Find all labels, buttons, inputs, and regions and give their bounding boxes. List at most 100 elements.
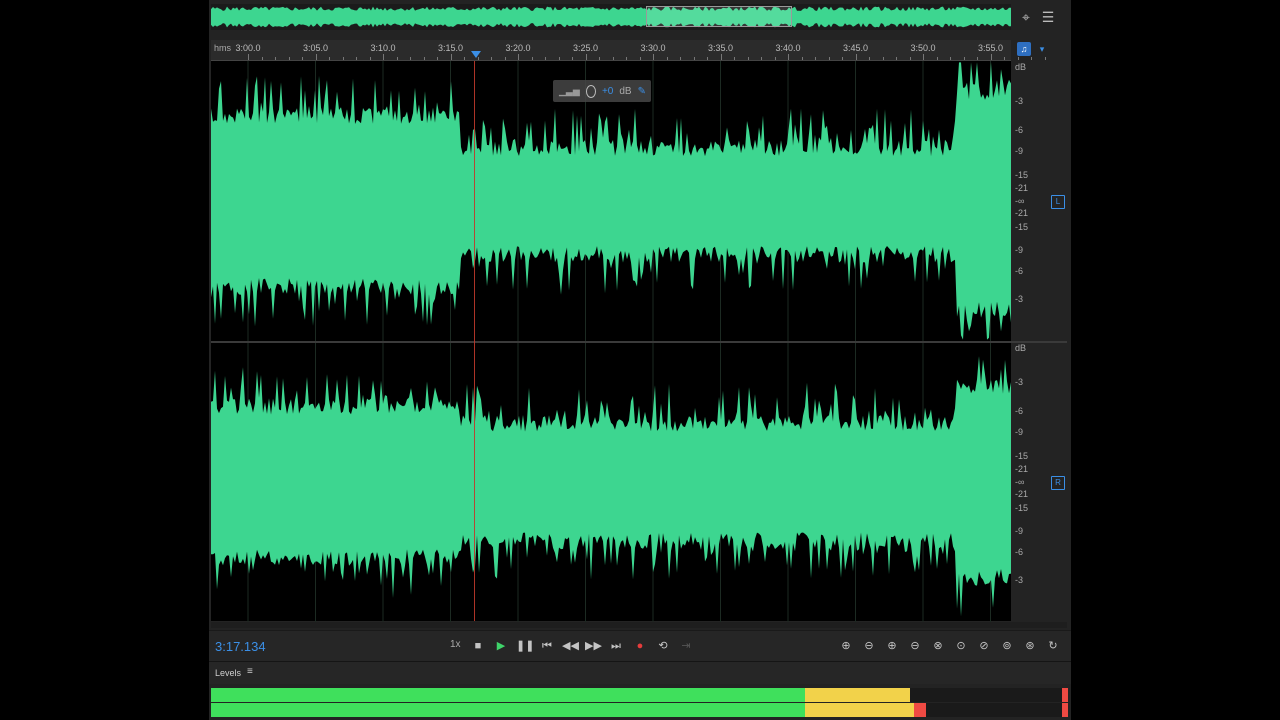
playback-rate[interactable]: 1x (450, 639, 461, 650)
zoom-in-selection-icon[interactable]: ⊙ (952, 638, 970, 654)
amplitude-hud[interactable]: ▁▃▅ +0 dB ✎ (553, 80, 651, 102)
ruler-tick-mark (410, 57, 411, 60)
panel-menu-icon[interactable]: ☰ (1039, 8, 1057, 26)
ruler-tick-mark (477, 57, 479, 60)
skip-to-end-icon[interactable]: ⏭ (608, 638, 624, 654)
zoom-selection-icon[interactable]: ⊛ (1021, 638, 1039, 654)
ruler-tick-mark (302, 57, 303, 60)
db-scale-label: -9 (1015, 427, 1024, 437)
ruler-tick-label: 3:50.0 (910, 43, 936, 53)
ruler-tick-mark (977, 57, 978, 60)
ruler-tick-mark (788, 54, 789, 60)
ruler-tick-mark (383, 54, 384, 60)
zoom-left-edge-icon[interactable]: ⊘ (975, 638, 993, 654)
left-channel-waveform (211, 61, 1011, 341)
ruler-tick-mark (828, 57, 830, 60)
right-channel-waveform (211, 342, 1011, 622)
level-meter-right (211, 703, 1068, 717)
meter-green-segment (211, 703, 805, 717)
ruler-tick-label: 3:25.0 (572, 43, 599, 53)
volume-knob[interactable] (585, 84, 596, 98)
ruler-tick-mark (585, 54, 587, 60)
record-icon[interactable]: ● (632, 638, 648, 654)
skip-selection-icon[interactable]: ⇥ (678, 638, 694, 654)
zoom-out-amplitude-icon[interactable]: ⊖ (860, 638, 878, 654)
channel-label-right[interactable]: R (1051, 476, 1065, 490)
zoom-reset-icon[interactable]: ↻ (1044, 638, 1062, 654)
ruler-tick-mark (545, 57, 546, 60)
meter-red-segment (913, 703, 926, 717)
ruler-tick-mark (855, 54, 857, 60)
marker-icon[interactable]: ▾ (1035, 42, 1049, 56)
play-icon[interactable]: ▶ (493, 638, 509, 654)
db-scale-label: -6 (1015, 266, 1024, 276)
ruler-tick-mark (450, 54, 452, 60)
db-scale-label: dB (1015, 62, 1027, 72)
ruler-tick-label: 3:05.0 (302, 43, 329, 53)
channel-left[interactable] (211, 61, 1011, 341)
ruler-tick-mark (842, 57, 843, 60)
overview-waveform (211, 6, 1011, 28)
ruler-tick-mark (261, 57, 263, 60)
ruler-tick-mark (1044, 57, 1046, 60)
zoom-out-time-icon[interactable]: ⊖ (906, 638, 924, 654)
zoom-navigator-icon[interactable]: ⌖ (1017, 8, 1035, 26)
pin-icon[interactable]: ✎ (638, 86, 646, 97)
zoom-right-edge-icon[interactable]: ⊚ (998, 638, 1016, 654)
ruler-tick-mark (423, 57, 425, 60)
ruler-tick-label: 3:45.0 (842, 43, 869, 53)
level-meter-left (211, 688, 1068, 702)
ruler-tick-mark (599, 57, 600, 60)
transport-bar: 3:17.134 1x ■ ▶ ❚❚ ⏮ ◀◀ ▶▶ ⏭ ● ⟲ ⇥ ⊕ ⊖ ⊕… (209, 630, 1071, 661)
pause-icon[interactable]: ❚❚ (516, 638, 534, 654)
ruler-tick-mark (572, 57, 573, 60)
clip-indicator (1062, 688, 1068, 702)
overview-viewport-window[interactable] (646, 6, 792, 27)
ruler-tick-mark (275, 57, 276, 60)
stop-icon[interactable]: ■ (470, 638, 486, 654)
hud-value: +0 (601, 85, 614, 97)
db-scale-label: -6 (1015, 547, 1024, 557)
ruler-tick-mark (531, 57, 533, 60)
db-scale-label: -21 (1015, 183, 1029, 193)
db-scale-right: dB -3 -6 -9 -15 -21 -∞ -21 -15 -9 -6 -3 (1015, 342, 1055, 622)
level-bars-icon: ▁▃▅ (559, 85, 580, 96)
playhead-handle[interactable] (471, 51, 481, 58)
ruler-tick-mark (815, 57, 816, 60)
ruler-tick-mark (437, 57, 438, 60)
levels-menu-icon[interactable]: ≡ (247, 666, 253, 677)
ruler-tick-mark (504, 57, 506, 60)
zoom-in-amplitude-icon[interactable]: ⊕ (837, 638, 855, 654)
ruler-tick-mark (747, 57, 749, 60)
zoom-in-time-icon[interactable]: ⊕ (883, 638, 901, 654)
ruler-tick-mark (288, 57, 290, 60)
rewind-icon[interactable]: ◀◀ (562, 638, 579, 654)
db-scale-label: -15 (1015, 503, 1029, 513)
db-scale-label: -15 (1015, 451, 1029, 461)
ruler-tick-mark (1004, 57, 1005, 60)
time-ruler[interactable]: hms 3:00.0 3:05.0 3:10.0 3:15.0 3:20.0 3:25.0… (211, 40, 1046, 61)
db-scale-left: dB -3 -6 -9 -15 -21 -∞ -21 -15 -9 -6 -3 (1015, 61, 1055, 341)
ruler-tick-mark (315, 54, 317, 60)
channel-right[interactable] (211, 342, 1011, 622)
ruler-tick-mark (653, 54, 654, 60)
waveform-shape (211, 62, 1011, 340)
ruler-tick-label: 3:15.0 (437, 43, 464, 53)
db-scale-label: -21 (1015, 464, 1029, 474)
zoom-out-full-icon[interactable]: ⊗ (929, 638, 947, 654)
waveform-overview[interactable] (211, 4, 1011, 30)
current-time-display[interactable]: 3:17.134 (215, 639, 266, 654)
playhead-line (474, 61, 475, 621)
ruler-tick-mark (909, 57, 911, 60)
ruler-tick-label: 3:10.0 (370, 43, 396, 53)
clip-indicator (1062, 703, 1068, 717)
channel-label-left[interactable]: L (1051, 195, 1065, 209)
db-scale-label: -6 (1015, 406, 1024, 416)
loop-icon[interactable]: ⟲ (655, 638, 671, 654)
ruler-tick-mark (882, 57, 884, 60)
ruler-tick-mark (801, 57, 803, 60)
skip-to-start-icon[interactable]: ⏮ (539, 638, 555, 654)
fast-forward-icon[interactable]: ▶▶ (585, 638, 602, 654)
horizontal-scrollbar[interactable] (211, 622, 1067, 628)
headphones-icon[interactable]: ♫ (1017, 42, 1031, 56)
